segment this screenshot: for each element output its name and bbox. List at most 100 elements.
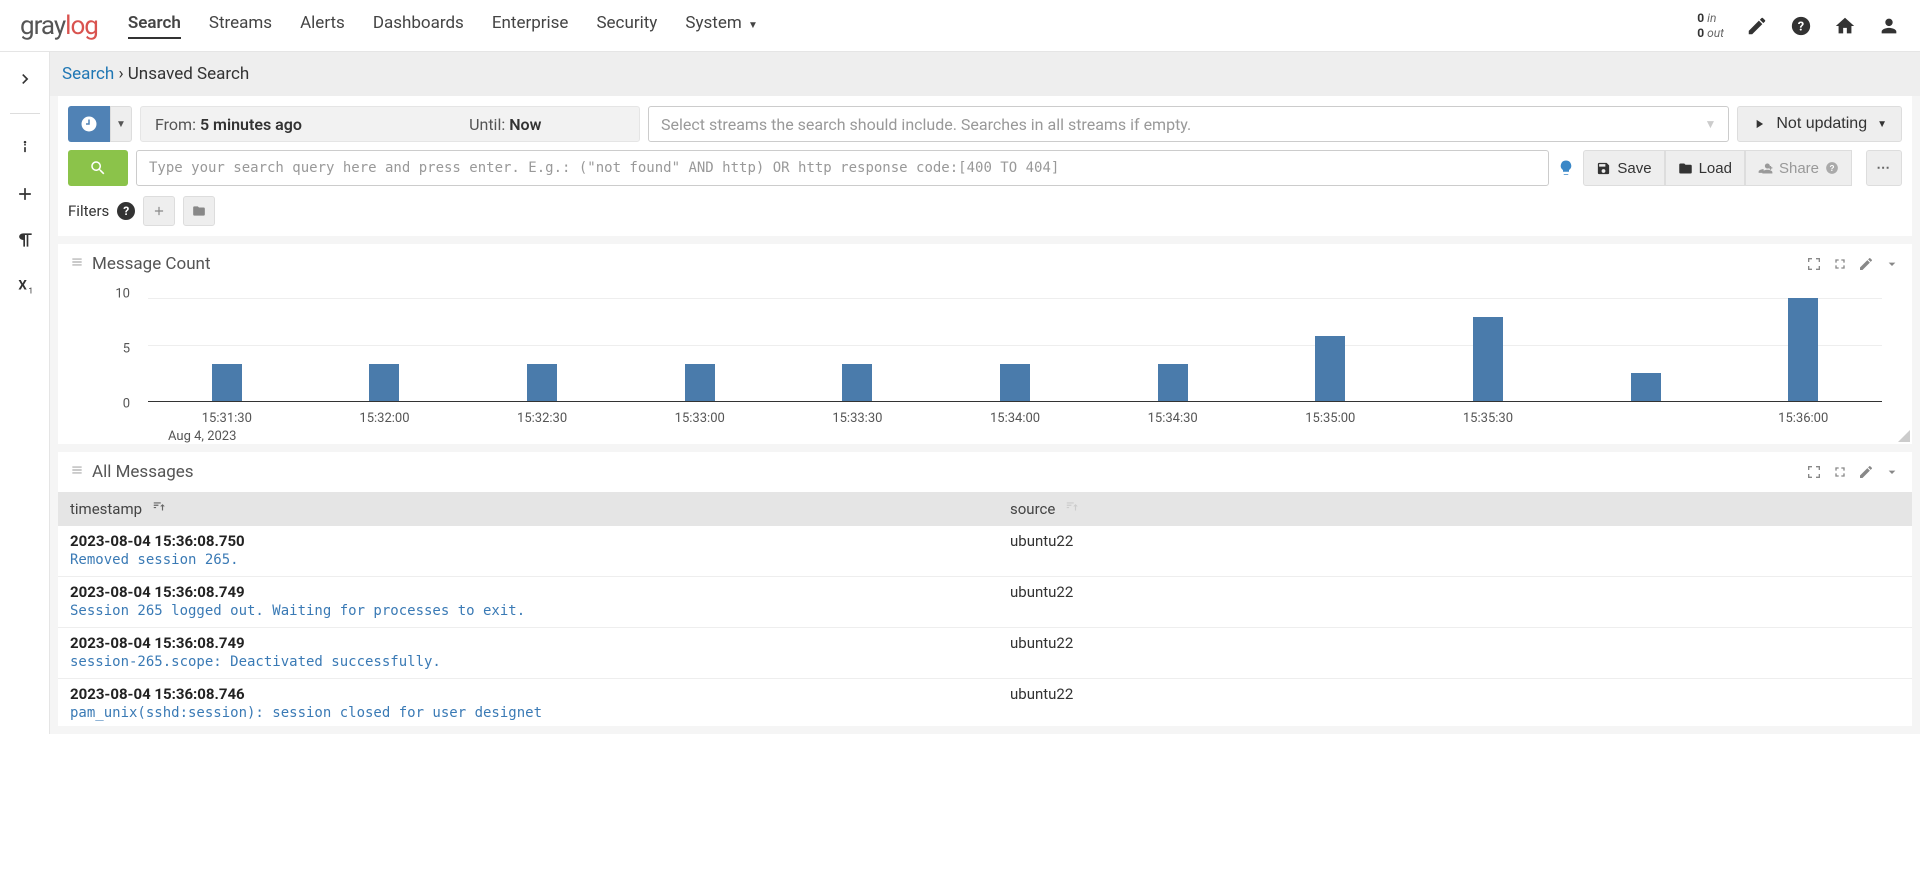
scratchpad-icon[interactable]	[1746, 15, 1768, 37]
source-column-header[interactable]: source	[1010, 500, 1900, 518]
home-icon[interactable]	[1834, 15, 1856, 37]
source-cell: ubuntu22	[1010, 634, 1900, 670]
folder-filter-button[interactable]	[183, 196, 215, 226]
time-range-display[interactable]: From: 5 minutes ago Until: Now	[140, 106, 640, 142]
x-labels: 15:31:3015:32:0015:32:3015:33:0015:33:30…	[148, 411, 1882, 426]
widget-controls	[1806, 464, 1900, 480]
bar-slot	[1567, 289, 1725, 401]
until-value: Now	[509, 115, 541, 134]
nav-items: Search Streams Alerts Dashboards Enterpr…	[128, 13, 1697, 39]
source-cell: ubuntu22	[1010, 583, 1900, 619]
nav-streams[interactable]: Streams	[209, 13, 272, 39]
messages-body[interactable]: 2023-08-04 15:36:08.750 Removed session 2…	[58, 526, 1912, 726]
nav-alerts[interactable]: Alerts	[300, 13, 345, 39]
y-axis: 10 5 0	[108, 284, 138, 414]
message-timestamp: 2023-08-04 15:36:08.750	[70, 532, 1010, 550]
bar[interactable]	[1158, 364, 1188, 401]
bar[interactable]	[1473, 317, 1503, 401]
bar[interactable]	[1631, 373, 1661, 401]
throughput-out-num: 0	[1697, 26, 1704, 40]
nav-dashboards[interactable]: Dashboards	[373, 13, 464, 39]
refresh-button[interactable]: Not updating ▼	[1737, 106, 1902, 142]
bar[interactable]	[1788, 298, 1818, 401]
drag-handle-icon[interactable]	[70, 254, 84, 274]
bar[interactable]	[369, 364, 399, 401]
bar[interactable]	[212, 364, 242, 401]
query-input[interactable]	[136, 150, 1549, 186]
nav-security[interactable]: Security	[596, 13, 657, 39]
drag-handle-icon[interactable]	[70, 462, 84, 482]
subscript-icon[interactable]: X1	[13, 274, 37, 298]
search-button[interactable]	[68, 150, 128, 186]
save-label: Save	[1617, 160, 1651, 177]
table-row[interactable]: 2023-08-04 15:36:08.749Session 265 logge…	[58, 577, 1912, 628]
expand-sidebar-icon[interactable]	[13, 67, 37, 91]
bar[interactable]	[1315, 336, 1345, 401]
breadcrumb-root[interactable]: Search	[62, 64, 114, 84]
help-icon[interactable]: ?	[1790, 15, 1812, 37]
filters-help-icon[interactable]: ?	[117, 202, 135, 220]
expand-icon[interactable]	[1832, 256, 1848, 272]
caret-down-icon: ▼	[1877, 119, 1887, 130]
timestamp-column-header[interactable]: timestamp	[70, 500, 1010, 518]
edit-icon[interactable]	[1858, 256, 1874, 272]
x-label: 15:35:30	[1409, 411, 1567, 426]
until-label: Until:	[469, 115, 505, 134]
focus-icon[interactable]	[1806, 256, 1822, 272]
bar[interactable]	[527, 364, 557, 401]
time-range-dropdown[interactable]: ▼	[110, 106, 132, 142]
plot-area[interactable]	[148, 289, 1882, 402]
message-count-widget: Message Count 10 5 0	[58, 244, 1912, 444]
lightbulb-icon[interactable]	[1557, 159, 1575, 177]
nav-enterprise[interactable]: Enterprise	[492, 13, 569, 39]
sort-desc-icon[interactable]	[152, 500, 166, 518]
bar[interactable]	[685, 364, 715, 401]
logo-text-1: gray	[20, 11, 65, 41]
message-text: Removed session 265.	[70, 552, 1010, 568]
share-button[interactable]: Share ?	[1745, 150, 1852, 186]
x-label: 15:34:00	[936, 411, 1094, 426]
table-row[interactable]: 2023-08-04 15:36:08.749session-265.scope…	[58, 628, 1912, 679]
nav-system[interactable]: System ▼	[685, 13, 758, 39]
x-label: 15:32:30	[463, 411, 621, 426]
timestamp-cell: 2023-08-04 15:36:08.749session-265.scope…	[70, 634, 1010, 670]
chevron-down-icon[interactable]	[1884, 256, 1900, 272]
chevron-down-icon[interactable]	[1884, 464, 1900, 480]
load-button[interactable]: Load	[1665, 150, 1745, 186]
focus-icon[interactable]	[1806, 464, 1822, 480]
add-icon[interactable]	[13, 182, 37, 206]
bar-slot	[306, 289, 464, 401]
info-icon[interactable]	[13, 136, 37, 160]
edit-icon[interactable]	[1858, 464, 1874, 480]
messages-table: timestamp source 2023-08-04 15:36:08.750…	[58, 492, 1912, 726]
widget-header: Message Count	[58, 244, 1912, 284]
widget-title: All Messages	[92, 462, 194, 482]
paragraph-icon[interactable]	[13, 228, 37, 252]
time-button-group: ▼	[68, 106, 132, 142]
user-icon[interactable]	[1878, 15, 1900, 37]
add-filter-button[interactable]	[143, 196, 175, 226]
sort-icon[interactable]	[1065, 500, 1079, 518]
nav-search[interactable]: Search	[128, 13, 181, 39]
bar-slot	[148, 289, 306, 401]
breadcrumb-current: Unsaved Search	[128, 64, 249, 84]
bar[interactable]	[1000, 364, 1030, 401]
stream-select[interactable]: Select streams the search should include…	[648, 106, 1729, 142]
timestamp-label: timestamp	[70, 500, 142, 518]
top-nav: graylog Search Streams Alerts Dashboards…	[0, 0, 1920, 52]
throughput-in-lbl: in	[1707, 11, 1716, 25]
resize-handle[interactable]	[1898, 430, 1910, 442]
bar[interactable]	[842, 364, 872, 401]
table-row[interactable]: 2023-08-04 15:36:08.750 Removed session 2…	[58, 526, 1912, 577]
main-layout: X1 Search › Unsaved Search ▼ From: 5 min…	[0, 52, 1920, 734]
table-row[interactable]: 2023-08-04 15:36:08.746pam_unix(sshd:ses…	[58, 679, 1912, 726]
save-button[interactable]: Save	[1583, 150, 1664, 186]
table-header: timestamp source	[58, 492, 1912, 526]
message-text: session-265.scope: Deactivated successfu…	[70, 654, 1010, 670]
time-range-button[interactable]	[68, 106, 110, 142]
logo[interactable]: graylog	[20, 11, 98, 41]
source-cell: ubuntu22	[1010, 685, 1900, 721]
from-label: From:	[155, 115, 196, 134]
more-button[interactable]: ⋯	[1866, 150, 1902, 186]
expand-icon[interactable]	[1832, 464, 1848, 480]
